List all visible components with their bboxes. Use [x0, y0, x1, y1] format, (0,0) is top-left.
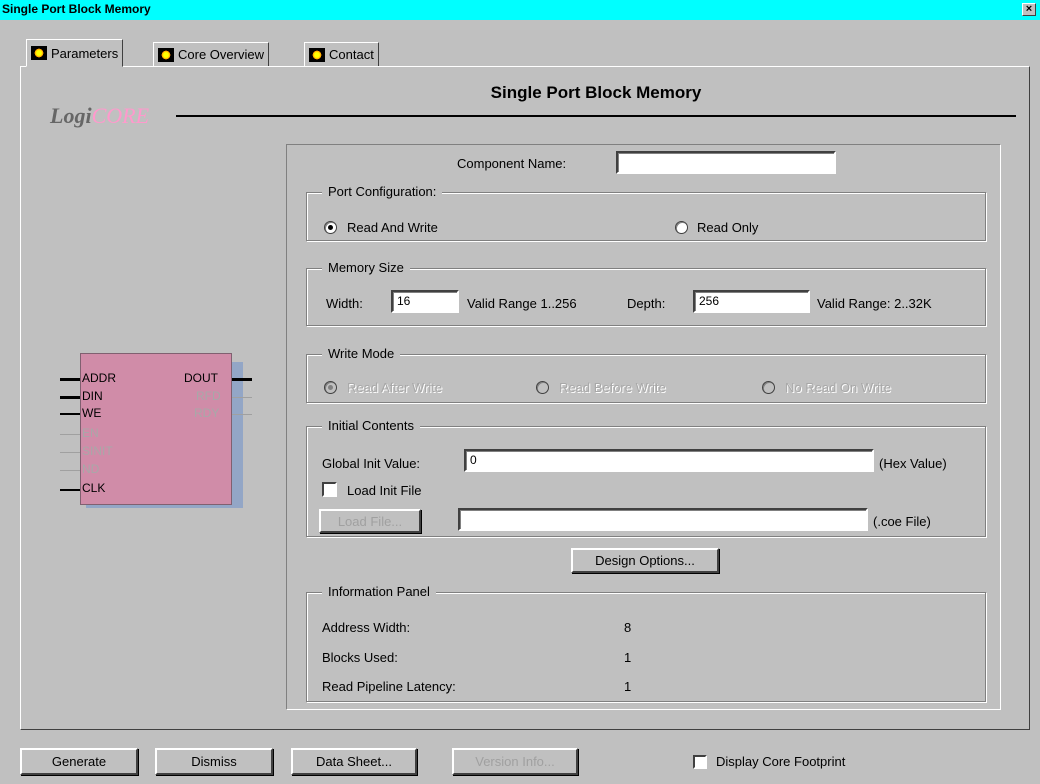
parameters-panel [20, 66, 1030, 730]
dismiss-button[interactable]: Dismiss [155, 748, 273, 775]
title-bar: Single Port Block Memory × [0, 0, 1040, 20]
tab-parameters-label: Parameters [51, 45, 119, 61]
window-title: Single Port Block Memory [2, 2, 151, 16]
generate-button[interactable]: Generate [20, 748, 138, 775]
xilinx-star-icon [31, 46, 47, 60]
tab-core-overview[interactable]: Core Overview [153, 42, 269, 66]
tab-parameters[interactable]: Parameters [26, 39, 124, 67]
display-core-footprint-checkbox[interactable] [693, 755, 707, 769]
display-core-footprint-label: Display Core Footprint [716, 754, 846, 769]
close-button[interactable]: × [1022, 3, 1036, 16]
tab-contact[interactable]: Contact [304, 42, 379, 66]
version-info-button[interactable]: Version Info... [452, 748, 578, 775]
data-sheet-button[interactable]: Data Sheet... [291, 748, 417, 775]
xilinx-star-icon [309, 47, 325, 62]
tab-contact-label: Contact [329, 47, 374, 62]
tab-core-overview-label: Core Overview [178, 47, 264, 62]
xilinx-star-icon [158, 47, 174, 62]
